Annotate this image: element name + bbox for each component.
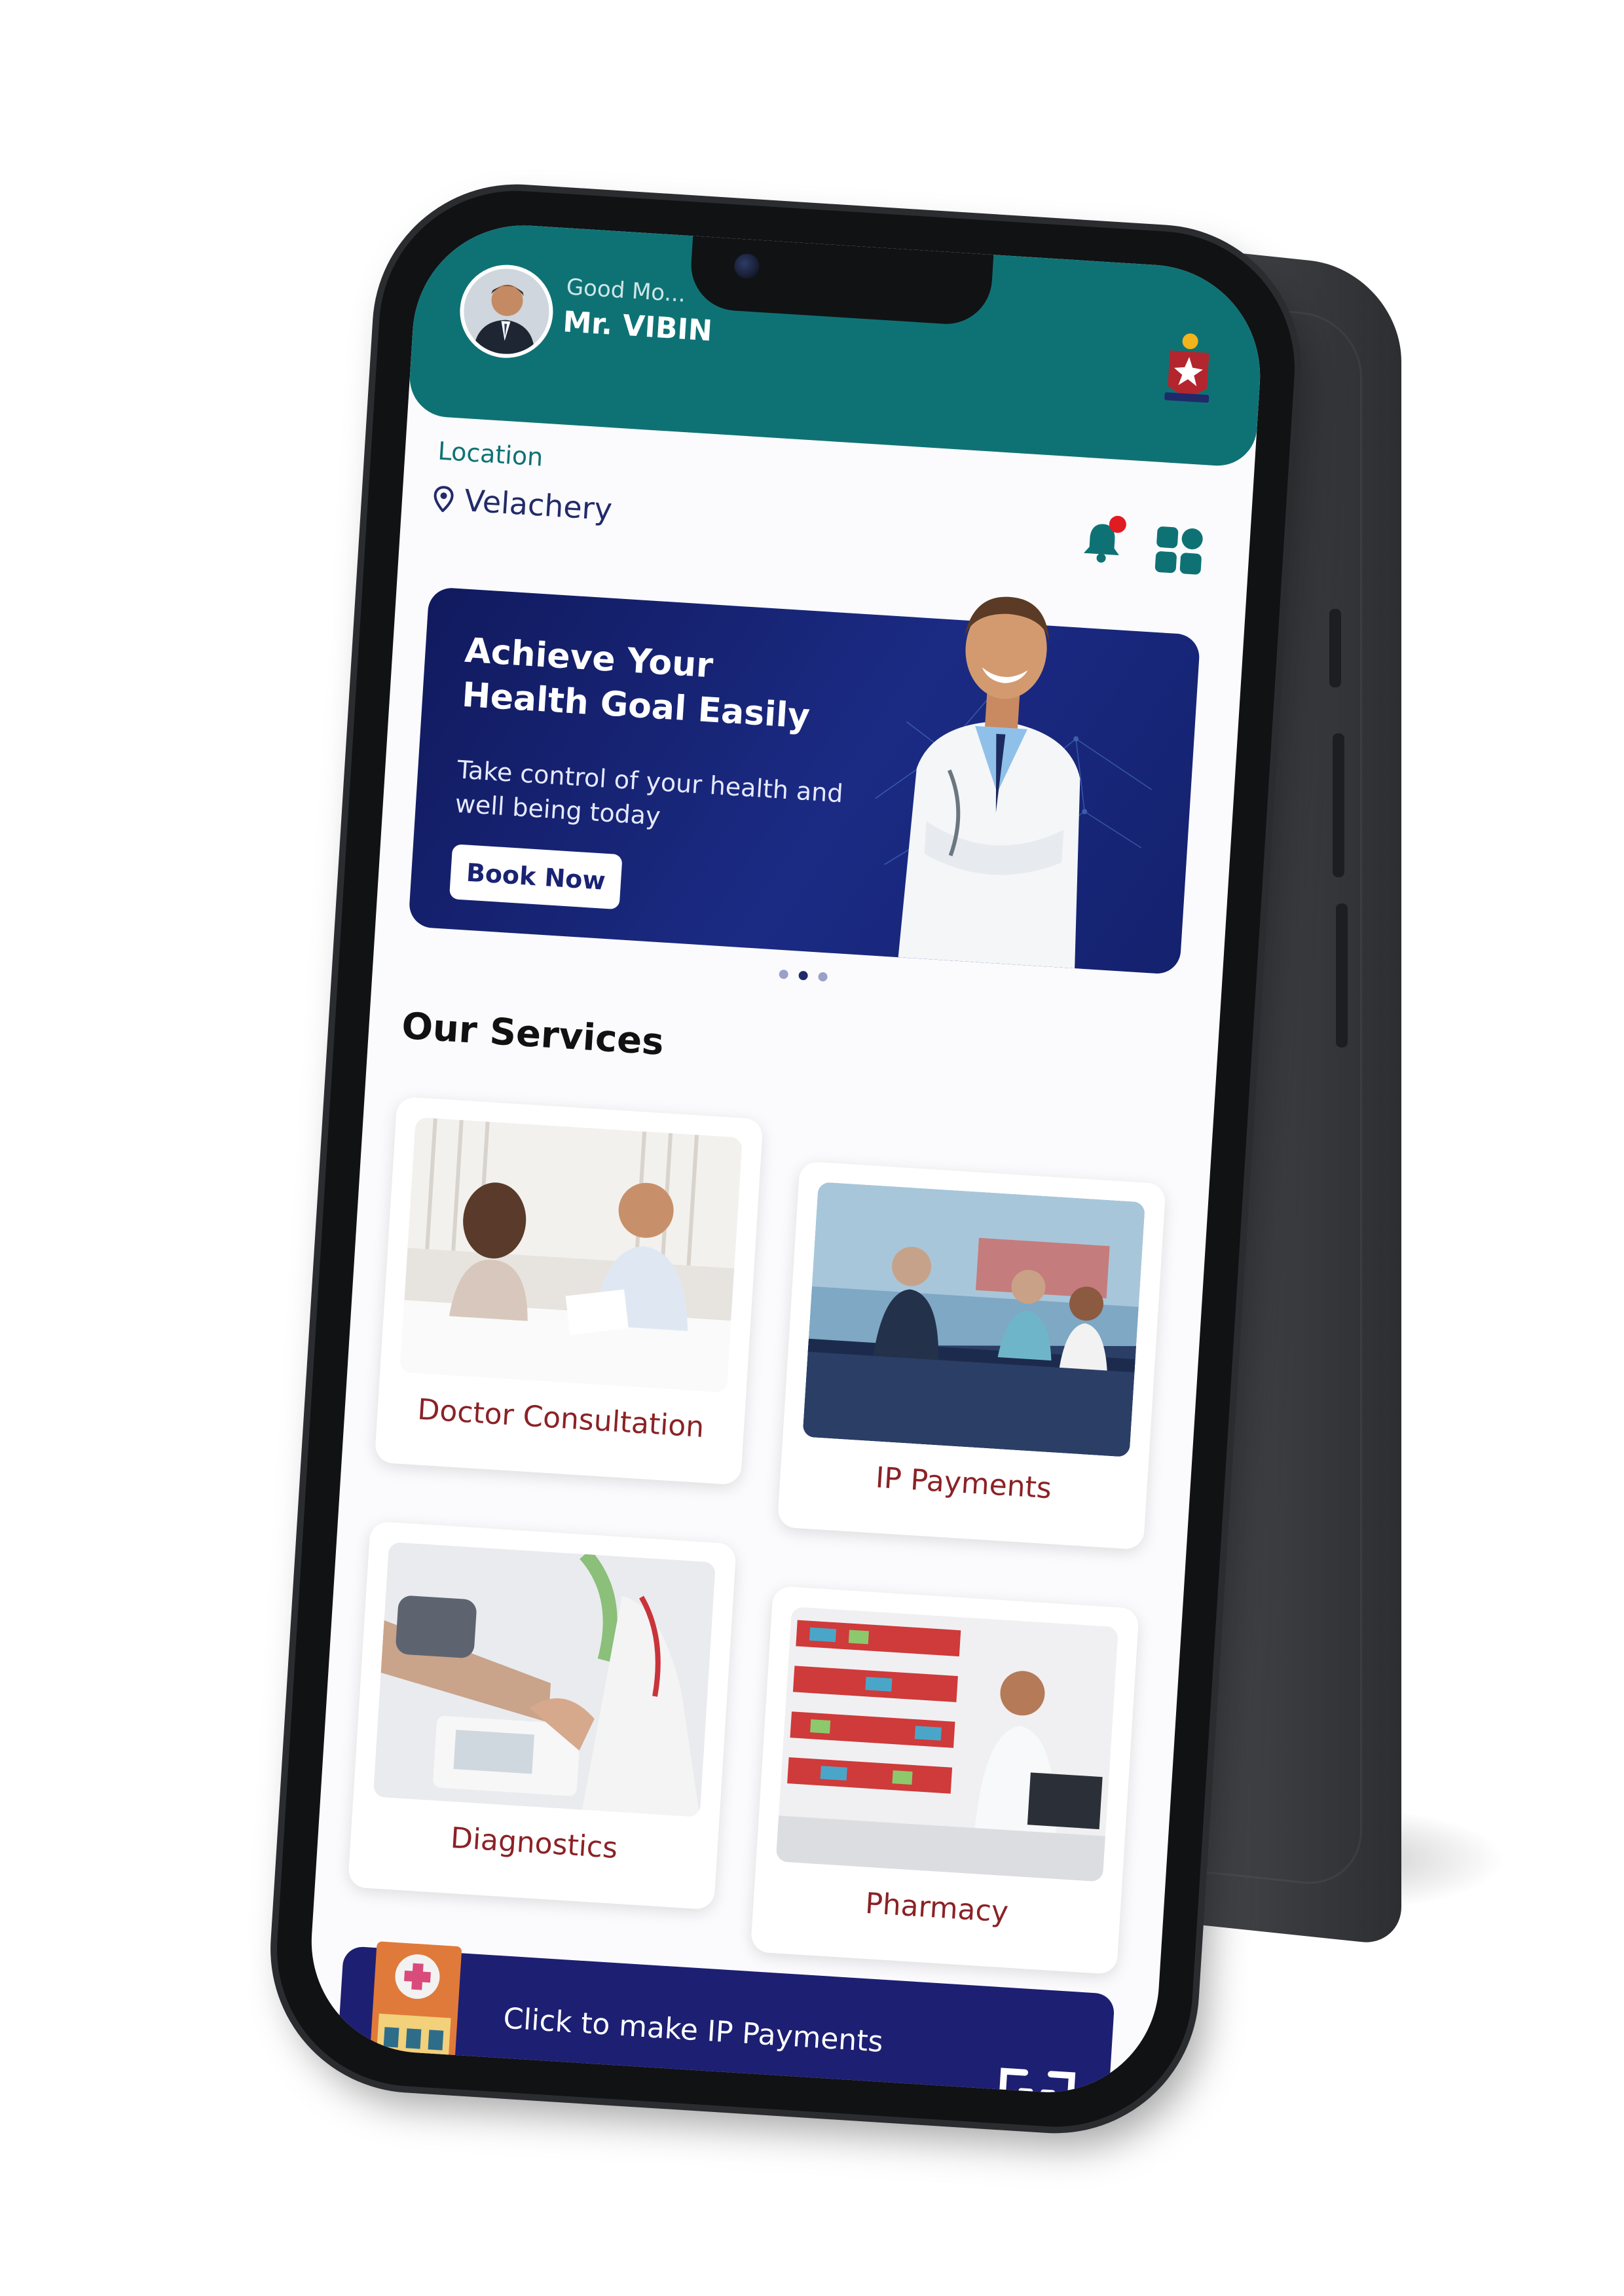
service-label: Pharmacy bbox=[864, 1886, 1010, 1929]
avatar[interactable] bbox=[457, 262, 556, 361]
service-label: IP Payments bbox=[874, 1461, 1053, 1506]
carousel-dot[interactable] bbox=[779, 969, 789, 979]
camera-icon bbox=[733, 253, 760, 280]
dashboard-grid-icon[interactable] bbox=[1153, 525, 1205, 577]
side-button bbox=[1329, 609, 1341, 687]
service-photo bbox=[399, 1117, 743, 1393]
carousel-dot[interactable] bbox=[818, 972, 828, 982]
service-card-doctor-consultation[interactable]: Doctor Consultation bbox=[374, 1096, 764, 1485]
service-label: Doctor Consultation bbox=[416, 1393, 705, 1444]
book-now-button[interactable]: Book Now bbox=[449, 844, 623, 910]
location-pin-icon bbox=[434, 486, 454, 513]
service-photo bbox=[775, 1606, 1119, 1882]
banner-title: Achieve Your Health Goal Easily bbox=[460, 630, 811, 737]
service-photo bbox=[373, 1542, 716, 1817]
side-button bbox=[1333, 733, 1344, 877]
hospital-logo-icon bbox=[1160, 328, 1217, 410]
user-name: Mr. VIBIN bbox=[561, 305, 714, 348]
service-card-pharmacy[interactable]: Pharmacy bbox=[750, 1586, 1139, 1975]
service-card-diagnostics[interactable]: Diagnostics bbox=[347, 1521, 737, 1910]
side-button bbox=[1336, 903, 1348, 1048]
banner-subtitle: Take control of your health and well bei… bbox=[454, 755, 844, 831]
hero-banner[interactable]: Achieve Your Health Goal Easily Take con… bbox=[408, 587, 1201, 975]
carousel-dots[interactable] bbox=[779, 969, 828, 982]
services-heading: Our Services bbox=[400, 1004, 665, 1064]
service-card-ip-payments[interactable]: IP Payments bbox=[777, 1161, 1166, 1550]
carousel-dot-active[interactable] bbox=[798, 970, 809, 981]
location-value[interactable]: Velachery bbox=[463, 483, 613, 527]
ip-payments-text: Click to make IP Payments bbox=[502, 2001, 885, 2059]
greeting-text: Good Mo... bbox=[565, 274, 687, 308]
service-label: Diagnostics bbox=[449, 1821, 619, 1865]
phone-mockup: Good Mo... Mr. VIBIN Location Velachery bbox=[268, 182, 1303, 2136]
service-photo bbox=[802, 1182, 1145, 1457]
doctor-illustration bbox=[898, 596, 1080, 969]
app-screen: Good Mo... Mr. VIBIN Location Velachery bbox=[304, 219, 1267, 2099]
location-label: Location bbox=[437, 436, 544, 472]
